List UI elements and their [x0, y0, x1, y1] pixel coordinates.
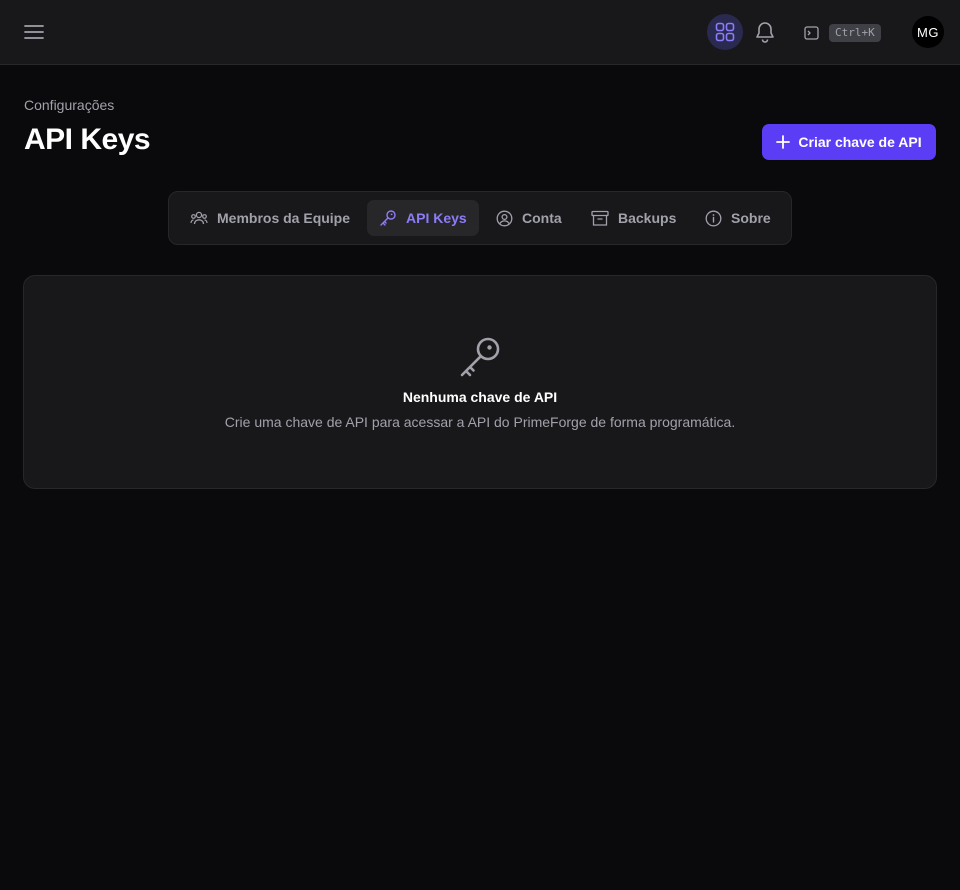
tab-account[interactable]: Conta: [484, 200, 574, 236]
info-icon: [705, 210, 722, 226]
empty-state-title: Nenhuma chave de API: [402, 389, 558, 405]
create-api-key-button[interactable]: Criar chave de API: [762, 124, 936, 160]
apps-grid-icon: [715, 22, 735, 42]
shortcut-hint: Ctrl+K: [829, 24, 881, 42]
page-title: API Keys: [24, 123, 151, 156]
key-icon: [460, 337, 500, 377]
tab-backups[interactable]: Backups: [579, 200, 688, 236]
create-api-key-label: Criar chave de API: [798, 134, 922, 150]
tab-team-members[interactable]: Membros da Equipe: [178, 200, 362, 236]
tab-label: Sobre: [731, 210, 771, 226]
tab-label: Conta: [522, 210, 562, 226]
bell-icon: [756, 22, 774, 43]
user-circle-icon: [496, 210, 513, 226]
command-palette-button[interactable]: Ctrl+K: [804, 22, 881, 44]
apps-button[interactable]: [707, 14, 743, 50]
key-icon: [380, 210, 396, 226]
terminal-icon: [804, 26, 819, 40]
tab-label: Membros da Equipe: [217, 210, 351, 226]
tab-api-keys[interactable]: API Keys: [367, 200, 479, 236]
menu-icon: [24, 25, 44, 39]
tab-label: API Keys: [406, 210, 467, 226]
settings-tabs: Membros da Equipe API Keys Conta Backups: [168, 191, 792, 245]
empty-state-card: Nenhuma chave de API Crie uma chave de A…: [23, 275, 937, 489]
notifications-button[interactable]: [752, 19, 778, 45]
users-icon: [190, 211, 208, 225]
top-bar: Ctrl+K MG: [0, 0, 960, 65]
tab-about[interactable]: Sobre: [693, 200, 783, 236]
empty-state-description: Crie uma chave de API para acessar a API…: [224, 414, 736, 430]
plus-icon: [776, 135, 791, 149]
tab-label: Backups: [618, 210, 677, 226]
breadcrumb[interactable]: Configurações: [24, 97, 114, 113]
archive-icon: [591, 210, 609, 226]
menu-button[interactable]: [22, 20, 46, 44]
user-avatar[interactable]: MG: [912, 16, 944, 48]
